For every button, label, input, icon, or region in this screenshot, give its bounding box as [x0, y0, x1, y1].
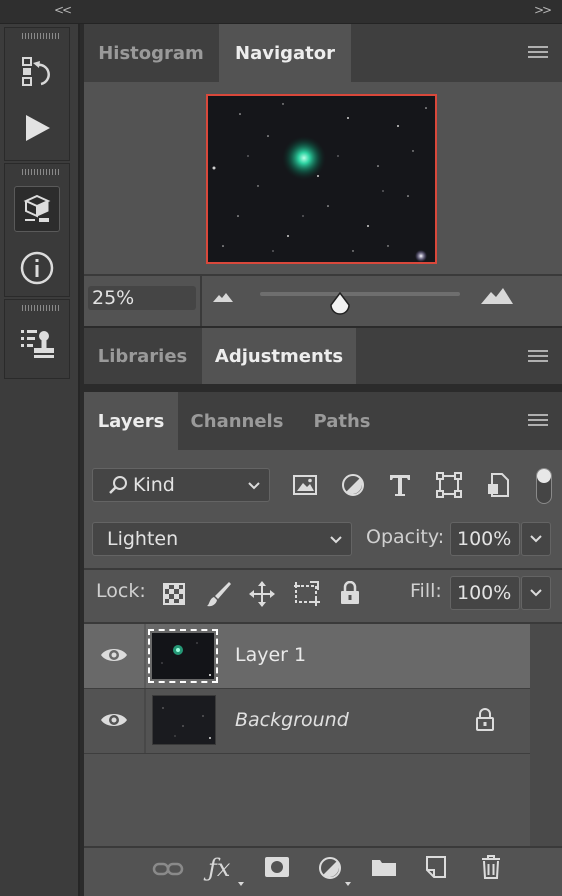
tab-paths[interactable]: Paths	[296, 392, 388, 450]
filter-shape-icon[interactable]	[436, 472, 462, 498]
filter-type-icon[interactable]	[388, 472, 412, 498]
navigator-thumbnail	[212, 103, 427, 262]
zoom-slider-track[interactable]	[260, 292, 460, 296]
lock-image-pixels-icon[interactable]	[206, 580, 232, 608]
clone-stamp-icon	[21, 330, 54, 358]
toolgroup-grip[interactable]	[22, 305, 60, 311]
tab-navigator[interactable]: Navigator	[219, 24, 351, 82]
navigator-preview[interactable]	[206, 94, 437, 264]
opacity-dropdown-button[interactable]	[521, 522, 551, 556]
history-panel-button[interactable]	[15, 50, 59, 94]
opacity-input[interactable]: 100%	[450, 522, 520, 556]
layer-style-fx-icon[interactable]: ƒx	[208, 854, 230, 882]
divider	[84, 753, 530, 754]
filter-toggle-knob	[537, 469, 551, 483]
panel-dock-header: << >>	[0, 0, 562, 24]
layers-tab-bar: Layers Channels Paths	[84, 392, 562, 450]
blend-mode-value: Lighten	[107, 528, 179, 550]
toolgroup-grip[interactable]	[22, 169, 60, 175]
search-icon	[109, 476, 127, 494]
layer-thumbnail[interactable]	[152, 695, 216, 745]
divider	[144, 689, 146, 753]
chevron-down-icon	[248, 482, 260, 490]
toolgroup-history	[4, 27, 70, 161]
filter-kind-dropdown[interactable]: Kind	[92, 468, 270, 502]
actions-panel-button[interactable]	[15, 106, 59, 150]
panel-gap	[84, 384, 562, 392]
delete-layer-icon[interactable]	[480, 854, 502, 880]
divider	[84, 274, 562, 276]
navigator-panel: 25%	[84, 82, 562, 326]
layer-row-background[interactable]: Background	[84, 689, 530, 753]
toolgroup-clone-source	[4, 299, 70, 379]
fx-menu-caret	[238, 882, 244, 886]
chevron-down-icon	[530, 535, 542, 543]
adjustment-menu-caret	[345, 882, 351, 886]
tab-adjustments[interactable]: Adjustments	[202, 328, 356, 384]
zoom-in-icon[interactable]	[480, 286, 514, 306]
layer-thumbnail[interactable]	[148, 629, 218, 683]
collapse-panels-button[interactable]: >>	[534, 3, 552, 17]
new-adjustment-layer-icon[interactable]	[318, 856, 342, 880]
divider	[84, 846, 562, 848]
layer-name[interactable]: Layer 1	[235, 644, 306, 666]
layer-name[interactable]: Background	[235, 709, 349, 731]
zoom-input[interactable]: 25%	[88, 286, 196, 310]
layer-lock-icon[interactable]	[475, 708, 495, 732]
filter-smart-object-icon[interactable]	[486, 472, 510, 498]
play-icon	[26, 115, 50, 141]
fill-label: Fill:	[410, 580, 442, 602]
navigator-tab-bar: Histogram Navigator	[84, 24, 562, 82]
properties-panel-button[interactable]	[14, 186, 60, 232]
new-layer-icon[interactable]	[424, 854, 448, 880]
eye-icon[interactable]	[100, 711, 128, 729]
lock-position-icon[interactable]	[248, 580, 276, 608]
filter-pixel-icon[interactable]	[292, 474, 318, 496]
history-icon	[22, 57, 50, 86]
fill-dropdown-button[interactable]	[521, 576, 551, 610]
info-icon	[20, 251, 54, 285]
filter-toggle[interactable]	[536, 468, 552, 504]
collapse-toolbar-button[interactable]: <<	[54, 3, 72, 17]
link-layers-icon[interactable]	[152, 860, 184, 878]
chevron-down-icon	[530, 589, 542, 597]
layers-scrollbar[interactable]	[530, 624, 562, 846]
toolgroup-grip[interactable]	[22, 33, 60, 39]
panel-menu-icon[interactable]	[528, 46, 548, 60]
lock-artboard-icon[interactable]	[292, 580, 322, 608]
add-mask-icon[interactable]	[264, 856, 290, 878]
new-group-icon[interactable]	[370, 856, 398, 878]
layer-1-thumbnail-image	[152, 633, 214, 679]
filter-adjustment-icon[interactable]	[341, 473, 365, 497]
tab-layers[interactable]: Layers	[84, 392, 178, 450]
chevron-down-icon	[330, 536, 342, 544]
properties-icon	[23, 194, 51, 222]
background-thumbnail-image	[162, 707, 211, 739]
eye-icon[interactable]	[100, 646, 128, 664]
tab-libraries[interactable]: Libraries	[84, 328, 201, 384]
lock-all-icon[interactable]	[340, 581, 360, 605]
zoom-out-icon[interactable]	[212, 290, 234, 304]
zoom-slider-thumb[interactable]	[329, 292, 351, 316]
divider	[200, 276, 202, 326]
filter-kind-label: Kind	[133, 474, 175, 496]
divider	[84, 568, 562, 570]
opacity-label: Opacity:	[366, 526, 445, 548]
lock-transparent-pixels-icon[interactable]	[163, 583, 185, 605]
panel-menu-icon[interactable]	[528, 350, 548, 364]
info-panel-button[interactable]	[15, 246, 59, 290]
adjustments-tab-bar: Libraries Adjustments	[84, 328, 562, 384]
tab-histogram[interactable]: Histogram	[84, 24, 218, 82]
clone-source-panel-button[interactable]	[15, 322, 59, 366]
panel-menu-icon[interactable]	[528, 414, 548, 428]
toolgroup-properties	[4, 163, 70, 297]
lock-label: Lock:	[96, 580, 146, 602]
tab-channels[interactable]: Channels	[180, 392, 294, 450]
blend-mode-dropdown[interactable]: Lighten	[92, 522, 352, 556]
fill-input[interactable]: 100%	[450, 576, 520, 610]
layer-row-layer-1[interactable]: Layer 1	[84, 624, 530, 688]
divider	[144, 624, 146, 688]
